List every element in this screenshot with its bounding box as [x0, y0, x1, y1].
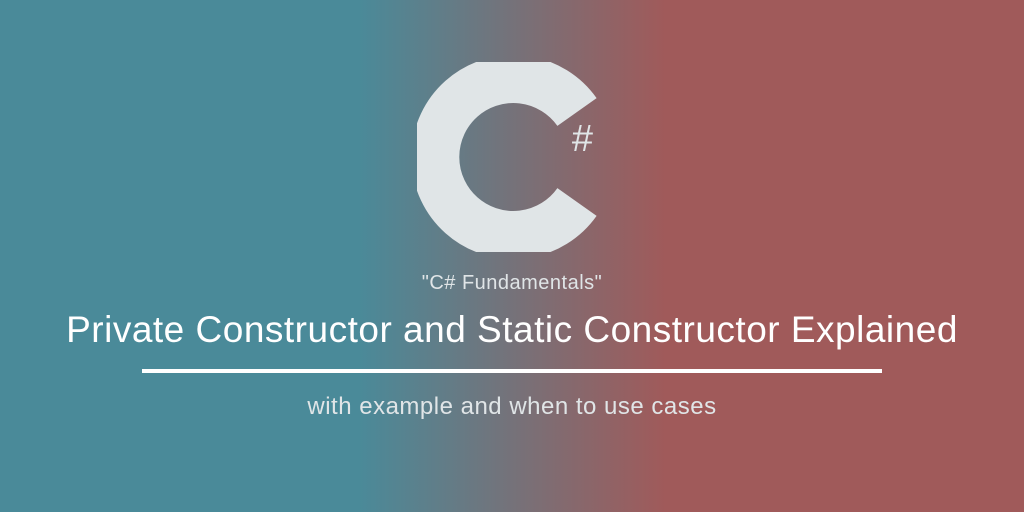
title-divider	[142, 369, 882, 373]
csharp-logo: #	[417, 62, 607, 252]
subtitle: with example and when to use cases	[307, 393, 716, 421]
category-tag: "C# Fundamentals"	[422, 272, 603, 295]
sharp-symbol: #	[572, 118, 593, 161]
main-title: Private Constructor and Static Construct…	[66, 309, 958, 351]
